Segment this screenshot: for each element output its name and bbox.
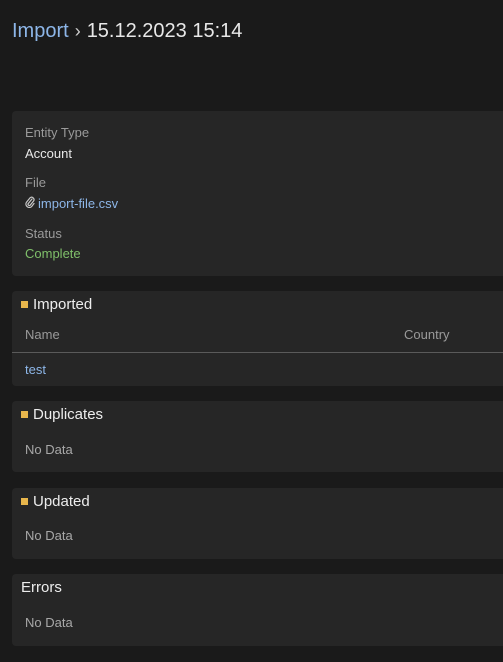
updated-panel: Updated No Data (12, 488, 503, 559)
marker-icon (21, 411, 28, 418)
page-title: 15.12.2023 15:14 (86, 20, 243, 42)
table-divider (12, 352, 503, 353)
entity-type-value: Account (25, 146, 72, 161)
column-header-name[interactable]: Name (25, 327, 60, 342)
updated-empty: No Data (25, 528, 73, 543)
file-link[interactable]: import-file.csv (25, 196, 118, 211)
entity-type-label: Entity Type (25, 125, 90, 140)
imported-panel: Imported Name Country test (12, 291, 503, 386)
breadcrumb-separator: › (74, 21, 81, 41)
errors-empty: No Data (25, 615, 73, 630)
errors-title: Errors (21, 579, 62, 596)
duplicates-title: Duplicates (21, 406, 103, 423)
marker-icon (21, 498, 28, 505)
updated-title-text: Updated (33, 493, 90, 510)
marker-icon (21, 301, 28, 308)
file-label: File (25, 175, 46, 190)
table-row-name-link[interactable]: test (25, 362, 46, 377)
updated-title: Updated (21, 493, 90, 510)
errors-panel: Errors No Data (12, 574, 503, 646)
breadcrumb-import-link[interactable]: Import (12, 20, 69, 42)
status-value: Complete (25, 246, 81, 261)
file-name[interactable]: import-file.csv (38, 196, 118, 211)
imported-title: Imported (21, 296, 92, 313)
status-label: Status (25, 226, 62, 241)
duplicates-title-text: Duplicates (33, 406, 104, 423)
details-panel: Entity Type Account File import-file.csv… (12, 111, 503, 276)
breadcrumb: Import › 15.12.2023 15:14 (12, 17, 242, 45)
column-header-country[interactable]: Country (404, 327, 450, 342)
errors-title-text: Errors (21, 579, 62, 596)
paperclip-icon (25, 196, 35, 211)
imported-title-text: Imported (33, 296, 93, 313)
duplicates-panel: Duplicates No Data (12, 401, 503, 472)
duplicates-empty: No Data (25, 442, 73, 457)
